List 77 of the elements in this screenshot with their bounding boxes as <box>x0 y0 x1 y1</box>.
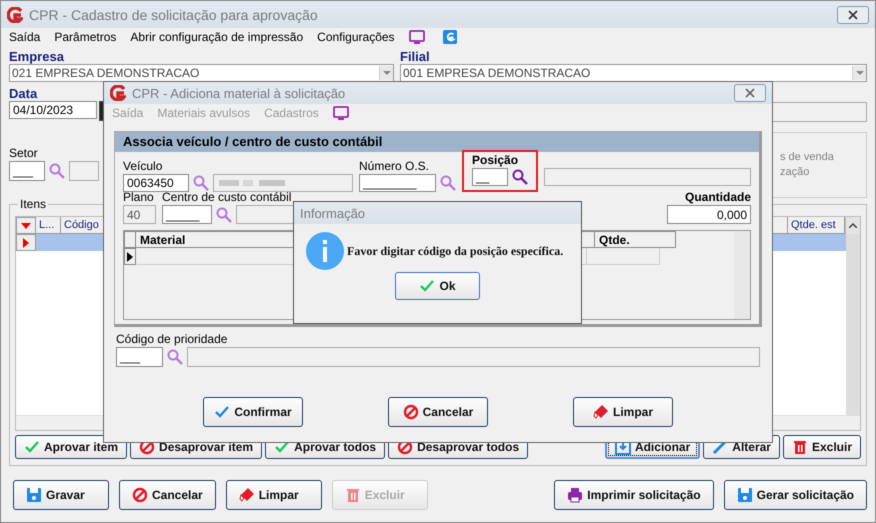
caret-icon <box>849 223 857 228</box>
order-number-field[interactable]: ________ <box>359 174 436 192</box>
action-button[interactable]: Gravar <box>13 480 109 510</box>
close-button[interactable] <box>837 6 869 24</box>
text-field[interactable] <box>772 102 867 122</box>
scrollbar[interactable] <box>846 234 860 415</box>
cost-center-field[interactable]: _____ <box>162 205 212 224</box>
option-label: zação <box>780 165 810 180</box>
group-label: Itens <box>18 197 48 211</box>
ok-button[interactable]: Ok <box>395 272 480 300</box>
option-label: s de venda <box>780 150 835 165</box>
eraser-icon <box>592 404 609 420</box>
logo-icon <box>110 85 126 101</box>
priority-field[interactable]: ___ <box>116 347 163 367</box>
field-label: Número O.S. <box>359 159 430 174</box>
menu-item[interactable]: Saída <box>9 30 40 44</box>
action-button[interactable]: Limpar <box>573 397 673 427</box>
caret-icon <box>382 71 390 75</box>
vehicle-field[interactable]: 0063450 <box>123 174 189 192</box>
company-dropdown[interactable]: 021 EMPRESA DEMONSTRACAO <box>9 64 394 82</box>
field-label: Data <box>9 86 38 101</box>
eraser-icon <box>238 487 255 503</box>
caret-icon <box>856 71 864 75</box>
panel-title: Associa veículo / centro de custo contábil <box>115 132 759 152</box>
row-pointer-icon <box>23 238 29 248</box>
search-icon[interactable] <box>512 169 528 185</box>
printer-icon <box>567 487 584 503</box>
close-icon <box>745 88 755 98</box>
branch-dropdown[interactable]: 001 EMPRESA DEMONSTRACAO <box>400 64 867 82</box>
scroll-up-button[interactable] <box>845 217 860 234</box>
check-icon <box>214 404 230 420</box>
field-label: Posição <box>472 153 520 168</box>
window-title: CPR - Cadastro de solicitação para aprovação <box>29 6 318 22</box>
close-button[interactable] <box>734 84 766 102</box>
check-icon <box>419 278 436 294</box>
menu-item[interactable]: Parâmetros <box>54 30 116 44</box>
logo-icon <box>7 6 23 22</box>
action-button[interactable]: Imprimir solicitação <box>554 480 714 510</box>
action-button[interactable]: Gerar solicitação <box>724 480 867 510</box>
position-field[interactable]: __ <box>472 168 508 186</box>
action-button[interactable]: Aprovar item <box>15 435 128 459</box>
logo-icon[interactable] <box>442 30 457 44</box>
plan-field: 40 <box>123 205 156 224</box>
sector-field[interactable]: ___ <box>9 161 45 181</box>
no-entry-icon <box>132 487 148 503</box>
close-icon <box>848 10 858 20</box>
action-button[interactable]: Excluir <box>782 435 861 459</box>
field-label: Quantidade <box>684 190 751 205</box>
action-button[interactable]: Cancelar <box>119 480 216 510</box>
info-icon <box>306 232 344 270</box>
field-label: Centro de custo contábil <box>162 190 292 205</box>
scrollbar[interactable] <box>734 231 750 319</box>
monitor-icon[interactable] <box>332 105 349 121</box>
message-text: Favor digitar código da posição específica. <box>347 244 564 258</box>
field-label: Filial <box>400 49 431 64</box>
quantity-field[interactable]: 0,000 <box>667 205 751 224</box>
no-entry-icon <box>402 404 419 420</box>
field-label: Plano <box>123 190 155 205</box>
window-title: Informação <box>300 206 366 220</box>
row-pointer-icon <box>127 252 133 262</box>
monitor-icon[interactable] <box>408 29 425 45</box>
menu-item[interactable]: Abrir configuração de impressão <box>130 30 304 44</box>
action-button[interactable]: Confirmar <box>203 397 303 427</box>
menu-item[interactable]: Configurações <box>317 30 395 44</box>
action-button[interactable]: Cancelar <box>388 397 488 427</box>
trash-icon <box>344 487 361 503</box>
action-button[interactable]: Limpar <box>226 480 322 510</box>
column-header[interactable]: Qtde. <box>595 231 676 248</box>
field-label: Setor <box>9 146 39 161</box>
check-icon <box>24 439 40 455</box>
field-label: Código de prioridade <box>116 332 228 346</box>
window-title: CPR - Adiciona material à solicitação <box>132 86 346 100</box>
field-label: Empresa <box>9 49 65 64</box>
field-label: Veículo <box>123 159 164 174</box>
trash-icon <box>792 439 808 455</box>
sort-arrow-icon <box>21 222 31 228</box>
date-field[interactable]: 04/10/2023 <box>9 101 97 119</box>
